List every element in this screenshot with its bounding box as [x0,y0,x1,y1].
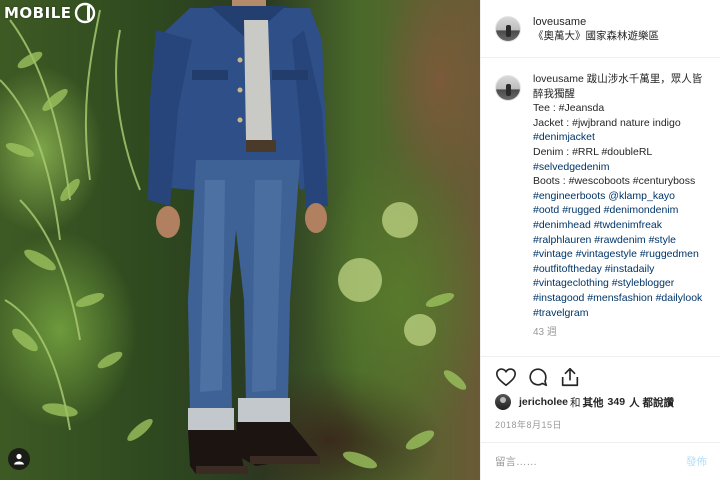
share-icon[interactable] [559,366,581,388]
post-location[interactable]: 《奧萬大》國家森林遊樂區 [533,29,659,43]
likes-count[interactable]: 349 [608,396,626,408]
caption-line: 醉我獨醒 [533,87,575,100]
post-sidebar: loveusame 《奧萬大》國家森林遊樂區 loveusame 跋山涉水千萬里，… [480,0,720,480]
watermark-brand: MOBILE [4,4,72,22]
likes-summary: jericholee 和 其他 349 人 都說讚 [495,394,676,410]
caption-author-avatar[interactable] [495,75,521,101]
caption-line: Denim : #RRL #doubleRL [533,145,653,158]
caption-line: 跋山涉水千萬里，眾人皆 [586,73,703,85]
likes-others-prefix[interactable]: 其他 [583,395,604,410]
caption-line[interactable]: #vintage #vintagestyle #ruggedmen [533,247,702,262]
post-comment-button[interactable]: 發佈 [686,454,707,469]
caption-line[interactable]: #outfitoftheday #instadaily [533,262,702,277]
likes-connector: 和 [570,396,581,409]
caption-line[interactable]: #ootd #rugged #denimondenim [533,203,702,218]
caption-age: 43 週 [533,327,557,339]
comment-input[interactable]: 留言…… [495,454,537,469]
caption-line[interactable]: #ralphlauren #rawdenim #style [533,233,702,248]
likes-suffix[interactable]: 人 都說讚 [629,395,674,410]
post-photo[interactable]: MOBILE [0,0,480,480]
caption-line[interactable]: #denimjacket [533,130,702,145]
caption-text: loveusame 跋山涉水千萬里，眾人皆 醉我獨醒 Tee : #Jeansda… [533,72,702,341]
comment-icon[interactable] [527,366,549,388]
actions-divider [481,356,720,357]
author-avatar[interactable] [495,15,521,42]
tagged-people-button[interactable] [8,448,30,470]
watermark-logo: MOBILE [4,2,96,24]
caption-line[interactable]: #denimhead #twdenimfreak [533,218,702,233]
caption-line[interactable]: #engineerboots @klamp_kayo [533,189,702,204]
caption-line: Jacket : #jwjbrand nature indigo [533,116,681,129]
caption-line[interactable]: #selvedgedenim [533,160,702,175]
caption-line: Tee : #Jeansda [533,102,605,115]
person-tag-icon [14,453,24,465]
person-in-denim [148,0,328,474]
heart-icon[interactable] [495,366,517,388]
caption-line: Boots : #wescoboots #centuryboss [533,175,696,188]
caption-line[interactable]: #travelgram [533,306,702,321]
caption-line[interactable]: #vintageclothing #styleblogger [533,276,702,291]
caption-line[interactable]: #instagood #mensfashion #dailylook [533,291,702,306]
post-header: loveusame 《奧萬大》國家森林遊樂區 [481,0,720,58]
comment-box: 留言…… 發佈 [481,442,720,480]
post-date[interactable]: 2018年8月15日 [495,418,562,431]
liker-avatar[interactable] [495,394,511,410]
caption-comment: loveusame 跋山涉水千萬里，眾人皆 醉我獨醒 Tee : #Jeansda… [495,72,709,341]
author-username[interactable]: loveusame [533,15,659,29]
caption-username[interactable]: loveusame [533,73,584,85]
mobile01-logo-icon [74,2,95,24]
post-actions [495,366,581,388]
liker-username[interactable]: jericholee [519,396,568,408]
